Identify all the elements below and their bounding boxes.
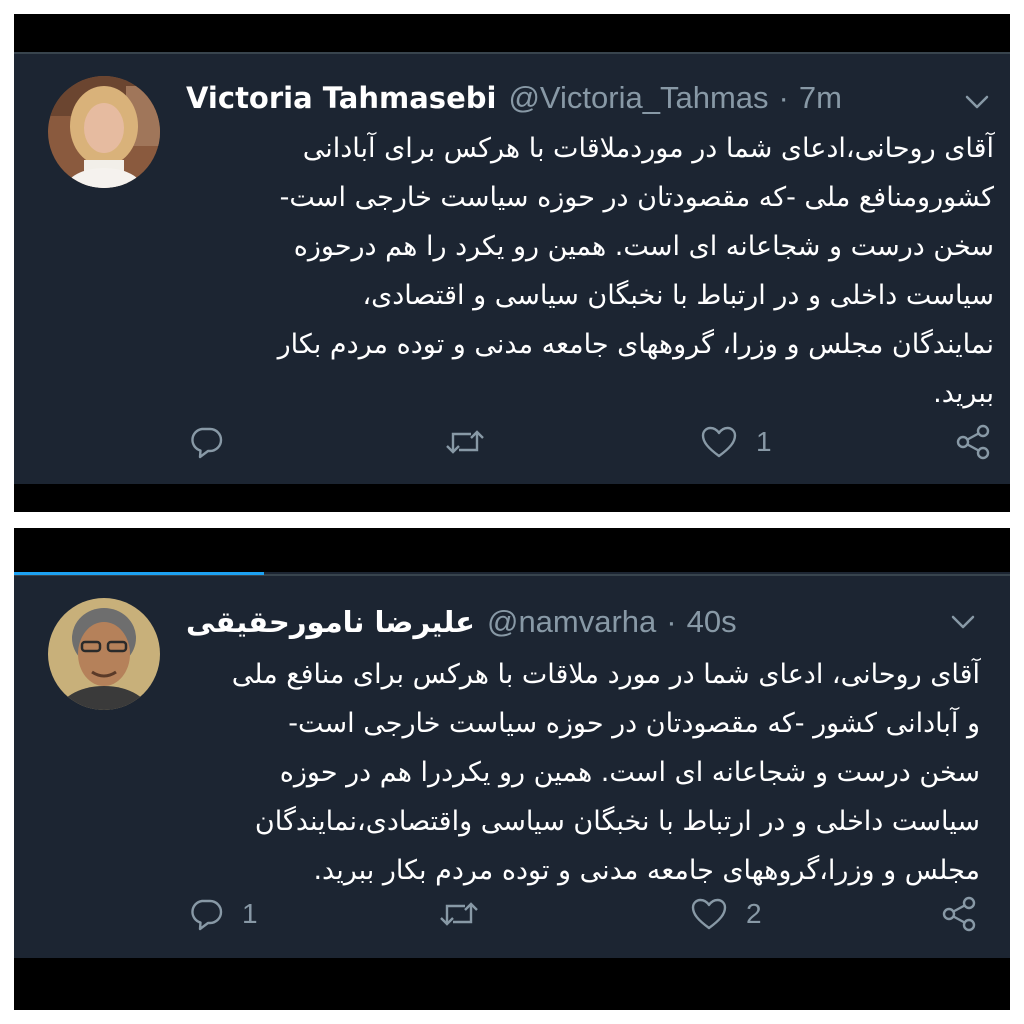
reply-icon [191,899,223,931]
tweet-text: آقای روحانی،ادعای شما در موردملاقات با ه… [214,124,994,418]
bottom-black-bar [14,958,1010,1010]
bottom-black-bar [14,484,1010,512]
share-icon [956,424,990,460]
reply-button[interactable] [188,422,242,462]
retweet-icon [440,902,478,926]
tweet-line: و آبادانی کشور -که مقصودتان در حوزه سیاس… [288,708,980,739]
tweet-line: آقای روحانی، ادعای شما در مورد ملاقات با… [231,659,980,690]
like-count: 2 [746,898,762,929]
chevron-down-icon[interactable] [950,612,976,632]
tweet-header: Victoria Tahmasebi @Victoria_Tahmas · 7m [186,78,842,118]
like-count: 1 [756,426,772,457]
retweet-button[interactable] [438,894,480,934]
reply-icon [191,427,223,459]
chevron-down-icon[interactable] [964,92,990,112]
loading-progress-bar [14,572,264,575]
tweet-line: ببرید. [933,378,994,409]
tweet-line: سخن درست و شجاعانه ای است. همین رو یکردر… [279,757,980,788]
tweet-line: سیاست داخلی و در ارتباط با نخبگان سیاسی … [254,806,980,837]
user-handle[interactable]: @namvarha [487,604,656,640]
top-black-bar [14,528,1010,572]
tweet-line: مجلس و وزرا،گروههای جامعه مدنی و توده مر… [313,855,980,886]
retweet-button[interactable] [444,422,486,462]
tweet-line: سیاست داخلی و در ارتباط با نخبگان سیاسی … [362,280,994,311]
tweet-line: آقای روحانی،ادعای شما در موردملاقات با ه… [302,133,994,164]
reply-count: 1 [242,898,258,929]
tweet-line: کشورومنافع ملی -که مقصودتان در حوزه سیاس… [279,182,994,213]
separator-dot: · [666,604,677,639]
like-button[interactable]: 2 [690,894,762,934]
heart-icon [701,426,737,458]
timestamp[interactable]: 40s [687,604,737,640]
avatar[interactable] [48,598,160,710]
tweet-line: نمایندگان مجلس و وزرا، گروههای جامعه مدن… [277,329,994,360]
user-handle[interactable]: @Victoria_Tahmas [508,80,768,116]
tweet-header: علیرضا نامورحقیقی @namvarha · 40s [186,602,737,642]
tweet-divider [14,52,1010,54]
share-button[interactable] [954,422,992,462]
display-name[interactable]: علیرضا نامورحقیقی [186,605,475,639]
reply-button[interactable]: 1 [188,894,258,934]
share-icon [942,896,976,932]
retweet-icon [446,430,484,454]
separator-dot: · [778,80,789,115]
heart-icon [691,898,727,930]
tweet-card-namvarha[interactable]: علیرضا نامورحقیقی @namvarha · 40s آقای ر… [14,528,1010,1010]
tweet-line: سخن درست و شجاعانه ای است. همین رو یکرد … [293,231,994,262]
top-black-bar [14,14,1010,52]
display-name[interactable]: Victoria Tahmasebi [186,81,496,115]
tweet-text: آقای روحانی، ادعای شما در مورد ملاقات با… [190,650,980,895]
like-button[interactable]: 1 [700,422,772,462]
avatar[interactable] [48,76,160,188]
timestamp[interactable]: 7m [799,80,842,116]
tweet-card-victoria[interactable]: Victoria Tahmasebi @Victoria_Tahmas · 7m… [14,14,1010,512]
share-button[interactable] [940,894,978,934]
